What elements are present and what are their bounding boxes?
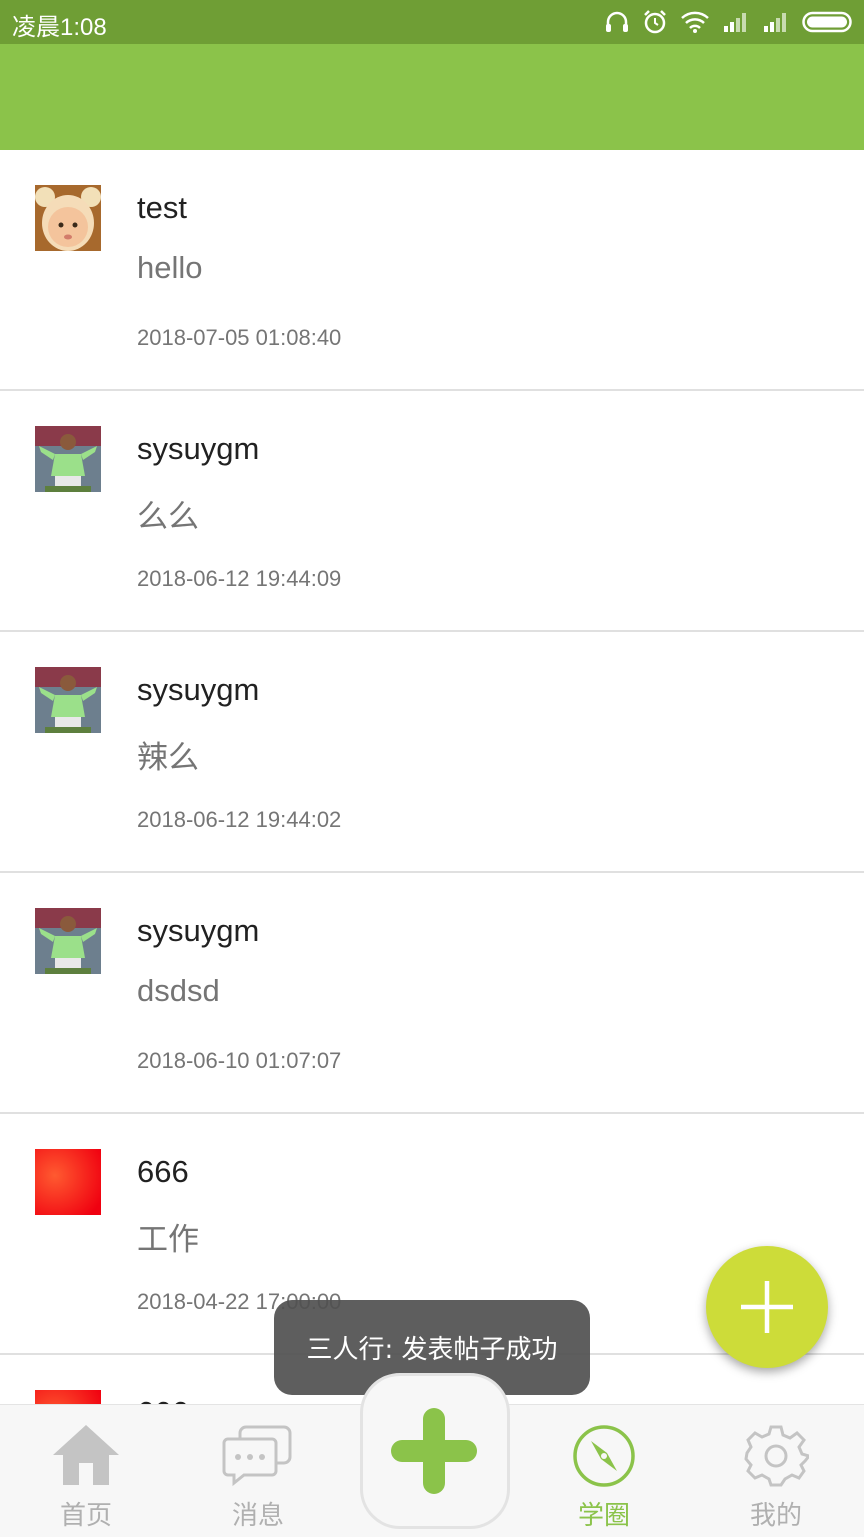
avatar[interactable] xyxy=(35,1390,101,1404)
post-feed[interactable]: test hello 2018-07-05 01:08:40 sysuygm 么… xyxy=(0,150,864,1404)
gear-icon xyxy=(744,1425,809,1487)
nav-item-messages[interactable]: 消息 xyxy=(172,1405,344,1537)
nav-label-home: 首页 xyxy=(59,1501,112,1531)
post-username: sysuygm xyxy=(137,913,260,948)
alarm-icon xyxy=(644,10,666,34)
post-content: dsdsd xyxy=(137,973,220,1008)
post-username: sysuygm xyxy=(137,672,260,707)
avatar[interactable] xyxy=(35,1149,101,1215)
red-avatar-image xyxy=(35,1149,101,1215)
avatar[interactable] xyxy=(35,667,101,733)
post-timestamp: 2018-06-10 01:07:07 xyxy=(137,1048,342,1073)
post-item[interactable]: sysuygm dsdsd 2018-06-10 01:07:07 xyxy=(0,873,864,1114)
nav-post-button[interactable] xyxy=(360,1373,510,1529)
avatar[interactable] xyxy=(35,185,101,251)
post-username: 666 xyxy=(137,1395,189,1404)
nav-label-mine: 我的 xyxy=(749,1501,802,1531)
bottom-nav: 首页 消息 学圈 我的 xyxy=(0,1373,864,1537)
chat-icon xyxy=(222,1425,292,1487)
headset-icon xyxy=(606,11,628,32)
signal-icon-2 xyxy=(764,13,786,32)
post-item[interactable]: test hello 2018-07-05 01:08:40 xyxy=(0,150,864,391)
nav-label-messages: 消息 xyxy=(231,1501,284,1531)
post-timestamp: 2018-06-12 19:44:02 xyxy=(137,807,342,832)
avatar[interactable] xyxy=(35,426,101,492)
post-username: 666 xyxy=(137,1154,189,1189)
new-post-fab[interactable] xyxy=(706,1246,828,1368)
plus-icon xyxy=(741,1281,793,1333)
player-avatar-image xyxy=(35,426,101,492)
avatar[interactable] xyxy=(35,908,101,974)
nav-label-circle: 学圈 xyxy=(577,1501,630,1531)
post-content: 么么 xyxy=(137,499,199,534)
player-avatar-image xyxy=(35,667,101,733)
player-avatar-image xyxy=(35,908,101,974)
nav-item-home[interactable]: 首页 xyxy=(0,1405,172,1537)
post-item[interactable]: sysuygm 辣么 2018-06-12 19:44:02 xyxy=(0,632,864,873)
nav-item-circle[interactable]: 学圈 xyxy=(518,1405,690,1537)
post-item[interactable]: sysuygm 么么 2018-06-12 19:44:09 xyxy=(0,391,864,632)
battery-icon xyxy=(802,11,852,33)
status-icons xyxy=(604,6,854,38)
post-content: hello xyxy=(137,250,203,285)
wifi-icon xyxy=(681,11,709,33)
status-bar: 凌晨1:08 xyxy=(0,0,864,44)
app-bar xyxy=(0,44,864,150)
plus-icon xyxy=(391,1408,477,1494)
status-time: 凌晨1:08 xyxy=(12,14,107,41)
post-timestamp: 2018-07-05 01:08:40 xyxy=(137,325,342,350)
post-timestamp: 2018-06-12 19:44:09 xyxy=(137,566,342,591)
home-icon xyxy=(53,1425,119,1485)
signal-icon xyxy=(724,13,746,32)
post-content: 辣么 xyxy=(137,740,199,775)
baby-avatar-image xyxy=(35,185,101,251)
post-content: 工作 xyxy=(137,1222,199,1257)
nav-item-mine[interactable]: 我的 xyxy=(690,1405,862,1537)
compass-icon xyxy=(573,1425,635,1487)
red-avatar-image xyxy=(35,1390,101,1404)
post-username: test xyxy=(137,190,187,225)
post-username: sysuygm xyxy=(137,431,260,466)
